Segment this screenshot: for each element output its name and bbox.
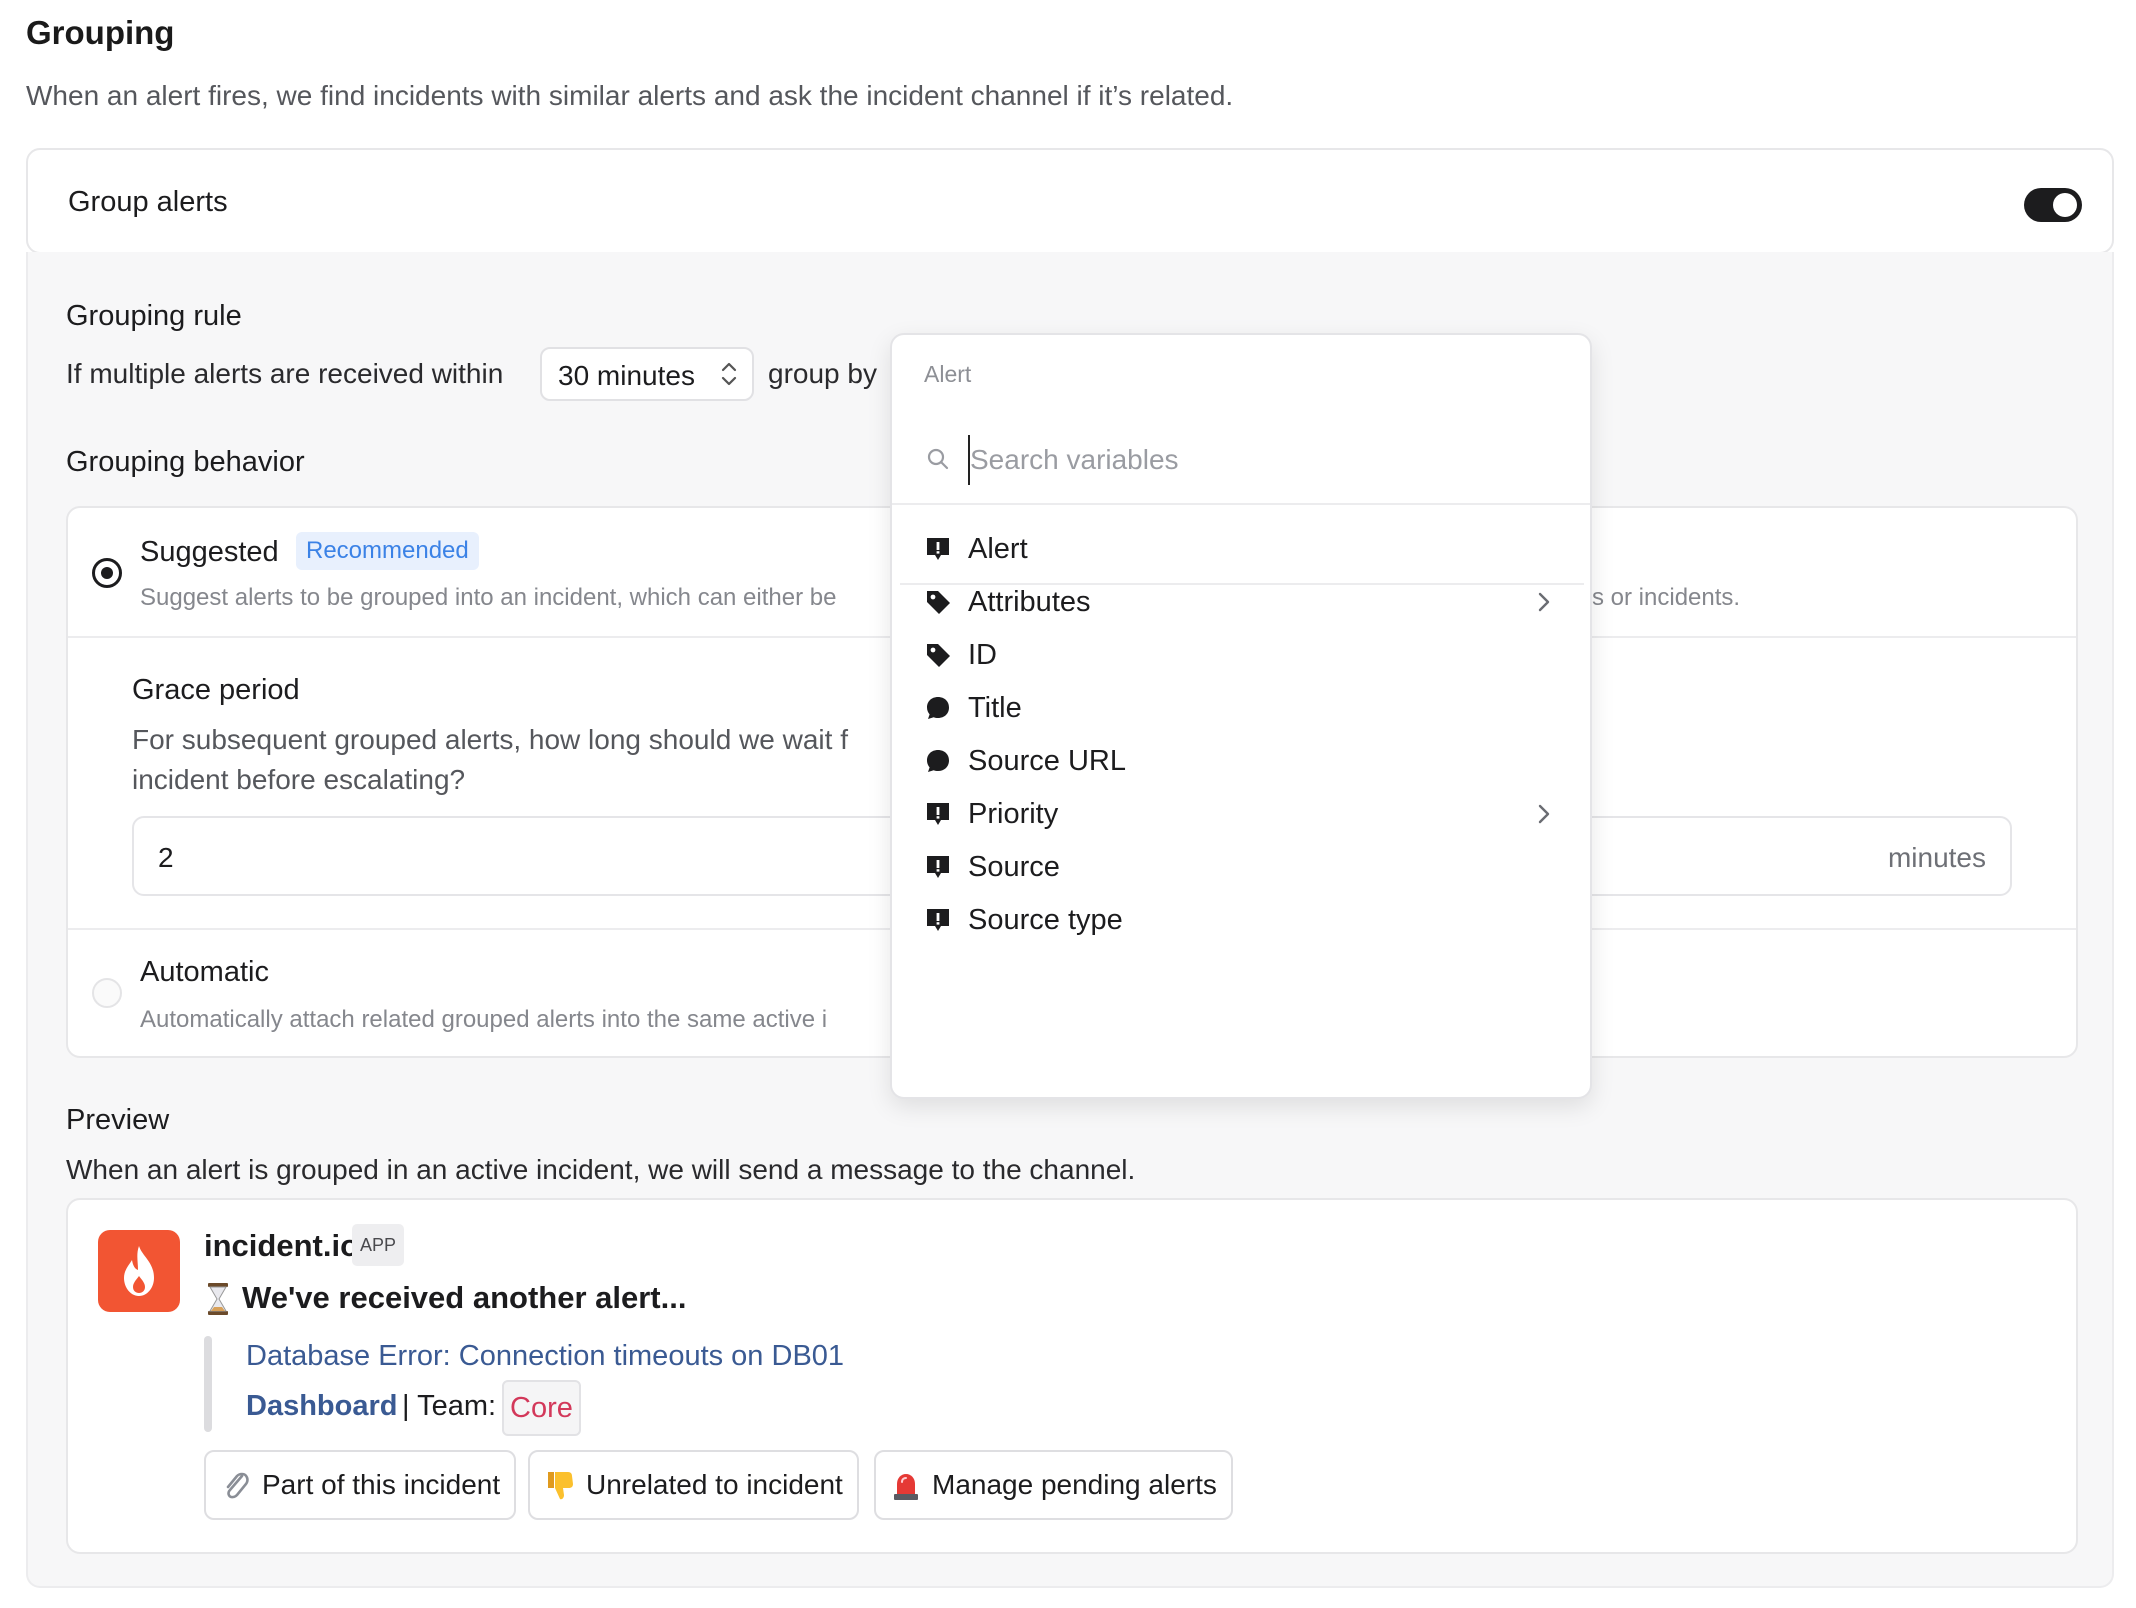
dropdown-item-label: Attributes [968,586,1091,618]
alert-icon [927,856,949,878]
tag-icon [927,591,950,614]
alert-icon [927,803,949,825]
alert-title-link[interactable]: Database Error: Connection timeouts on D… [246,1340,844,1373]
search-icon [927,448,949,470]
grace-period-value: 2 [158,842,174,873]
toggle-knob [2053,193,2077,217]
automatic-description: Automatically attach related grouped ale… [140,1006,828,1033]
dropdown-item-label: ID [968,639,997,671]
unrelated-to-incident-label: Unrelated to incident [586,1469,843,1500]
incident-io-app-icon [98,1230,180,1312]
paperclip-icon [226,1472,249,1499]
automatic-radio[interactable] [92,978,122,1008]
dropdown-item-label: Title [968,692,1022,724]
siren-icon [894,1474,918,1500]
thumbs-down-icon [548,1472,573,1500]
time-window-select[interactable]: 30 minutes [540,347,754,401]
suggested-description-tail: s or incidents. [1592,584,1741,611]
part-of-incident-label: Part of this incident [262,1469,501,1500]
manage-pending-alerts-button[interactable]: Manage pending alerts [874,1450,1233,1520]
tag-icon [927,644,950,667]
team-chip: Core [502,1380,581,1436]
dropdown-item-label: Source URL [968,745,1126,777]
alert-icon [927,909,949,931]
quote-bar [204,1336,212,1432]
recommended-badge: Recommended [296,532,479,570]
suggested-title: Suggested [140,536,279,568]
grouping-settings-page: Grouping When an alert fires, we find in… [0,0,2136,1608]
hourglass-icon [208,1283,228,1315]
group-alerts-toggle[interactable] [2024,188,2082,222]
page-title: Grouping [26,14,175,51]
alert-icon [927,538,949,560]
group-alerts-label: Group alerts [68,186,228,218]
grouping-rule-prefix: If multiple alerts are received within [66,358,504,389]
preview-description: When an alert is grouped in an active in… [66,1154,1136,1185]
suggested-description: Suggest alerts to be grouped into an inc… [140,584,837,611]
flame-icon [124,1246,154,1296]
variable-picker-dropdown: Alert Alert Attributes [890,333,1592,1099]
page-subtitle: When an alert fires, we find incidents w… [26,80,1234,111]
dropdown-item-label: Source type [968,904,1123,936]
dropdown-item-label: Alert [968,533,1028,565]
group-alerts-card: Group alerts [26,148,2114,254]
dropdown-header: Alert [924,361,972,387]
team-label: | Team: [402,1390,497,1422]
dropdown-item-label: Source [968,851,1060,883]
speech-bubble-icon [927,750,949,772]
suggested-radio[interactable] [92,558,122,588]
message-headline: We've received another alert... [242,1280,687,1315]
automatic-title: Automatic [140,956,269,988]
manage-pending-alerts-label: Manage pending alerts [932,1469,1217,1500]
chevron-up-down-icon [721,362,737,386]
grace-period-title: Grace period [132,674,300,706]
dashboard-link[interactable]: Dashboard [246,1390,397,1423]
variable-search-input[interactable] [968,435,1550,485]
app-name: incident.io [204,1228,359,1263]
grace-period-description-line2: incident before escalating? [132,764,466,795]
dropdown-item-label: Priority [968,798,1059,830]
dropdown-divider [892,503,1590,505]
part-of-incident-button[interactable]: Part of this incident [204,1450,517,1520]
grouping-rule-heading: Grouping rule [66,300,242,332]
group-by-label: group by [768,358,877,389]
time-window-value: 30 minutes [558,360,695,391]
grace-period-description-line1: For subsequent grouped alerts, how long … [132,724,848,755]
grouping-behavior-heading: Grouping behavior [66,446,305,478]
preview-heading: Preview [66,1104,170,1136]
dropdown-item-source-type[interactable]: Source type [900,886,1584,954]
unrelated-to-incident-button[interactable]: Unrelated to incident [528,1450,859,1520]
chevron-right-icon [1538,804,1550,824]
chevron-right-icon [1538,592,1550,612]
speech-bubble-icon [927,697,949,719]
app-tag: APP [352,1224,405,1266]
grace-period-unit: minutes [1887,842,1986,873]
